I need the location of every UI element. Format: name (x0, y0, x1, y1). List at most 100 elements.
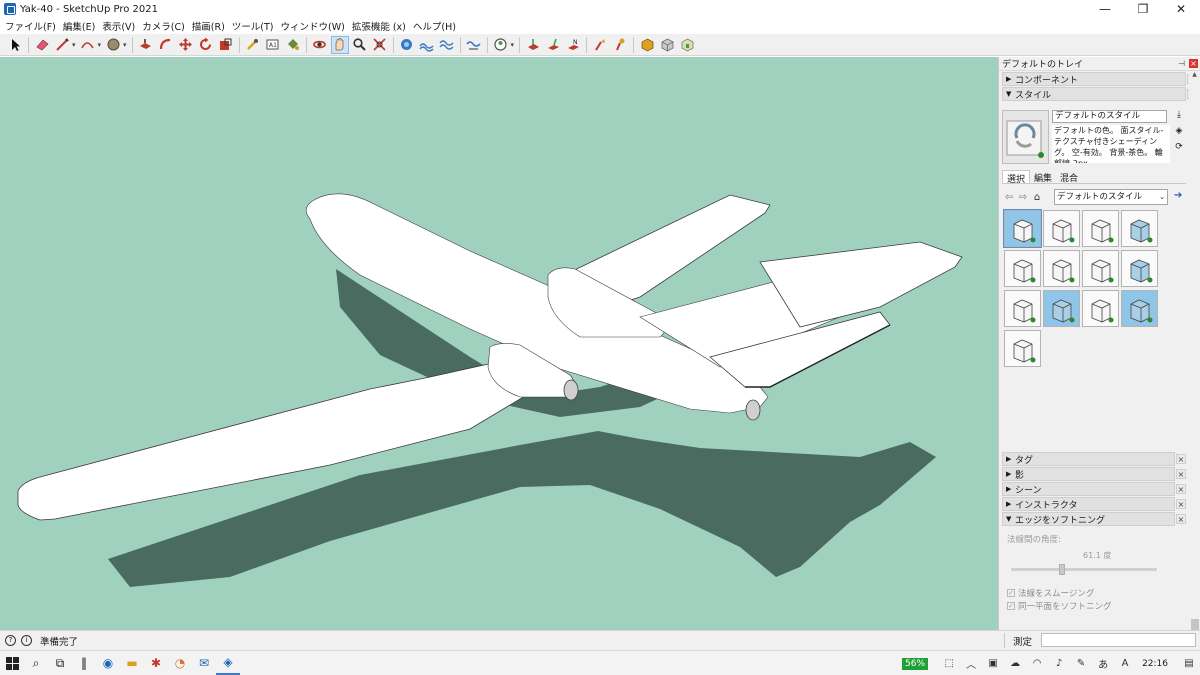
maximize-button[interactable]: ❐ (1124, 0, 1162, 18)
tab-mix[interactable]: 混合 (1056, 170, 1082, 184)
dimension-icon[interactable]: N (564, 36, 582, 54)
style-swatch[interactable] (1082, 290, 1119, 327)
panel-instructor[interactable]: ▶ インストラクタ × (1002, 497, 1186, 511)
scroll-up-icon[interactable]: ▲ (1189, 71, 1200, 81)
app-icon[interactable]: ✱ (144, 651, 168, 675)
battery-indicator[interactable]: 56% (902, 657, 929, 670)
style-swatch[interactable] (1121, 210, 1158, 247)
menu-file[interactable]: ファイル(F) (3, 19, 61, 33)
chevron-up-icon[interactable]: ︿ (960, 656, 982, 671)
line-dropdown-icon[interactable]: ▾ (72, 41, 76, 49)
sandbox-icon[interactable] (418, 36, 436, 54)
network-activity-icon[interactable]: ⬚ (938, 658, 960, 669)
panel-soften-edges[interactable]: ▼ エッジをソフトニング × (1002, 512, 1186, 526)
panel-close-button[interactable]: × (1176, 484, 1186, 494)
style-swatch[interactable] (1003, 209, 1042, 248)
angle-slider-handle[interactable] (1059, 564, 1065, 575)
soften-coplanar-option[interactable]: ✓ 同一平面をソフトニング (1007, 600, 1112, 612)
volume-icon[interactable]: ♪ (1048, 658, 1070, 669)
style-swatch[interactable] (1121, 290, 1158, 327)
menu-window[interactable]: ウィンドウ(W) (279, 19, 350, 33)
ime-indicator[interactable]: あ (1092, 656, 1114, 671)
extension-dropdown-icon[interactable]: ▾ (511, 41, 515, 49)
soften-coplanar-checkbox[interactable]: ✓ (1007, 602, 1015, 610)
tab-edit[interactable]: 編集 (1030, 170, 1056, 184)
rotate-icon[interactable] (197, 36, 215, 54)
panel-close-button[interactable]: × (1176, 499, 1186, 509)
menu-help[interactable]: ヘルプ(H) (411, 19, 461, 33)
solid-tools-icon[interactable] (611, 36, 629, 54)
file-explorer-icon[interactable]: ▬ (120, 651, 144, 675)
style-thumbnail[interactable] (1002, 110, 1049, 164)
start-icon[interactable] (0, 651, 24, 675)
panel-shadows[interactable]: ▶ 影 × (1002, 467, 1186, 481)
home-icon[interactable]: ⌂ (1030, 192, 1044, 203)
collection-select[interactable]: デフォルトのスタイル ⌄ (1054, 189, 1168, 205)
meet-now-icon[interactable]: ▣ (982, 658, 1004, 669)
select-icon[interactable] (6, 36, 24, 54)
panel-scenes[interactable]: ▶ シーン × (1002, 482, 1186, 496)
style-swatch[interactable] (1004, 330, 1041, 367)
arc-icon[interactable] (79, 36, 97, 54)
scale-icon[interactable] (217, 36, 235, 54)
style-description[interactable]: デフォルトの色。 面スタイル-テクスチャ付きシェーディング。 空-有効。 背景-… (1052, 125, 1170, 163)
angle-slider[interactable] (1011, 564, 1157, 575)
notifications-icon[interactable]: ▤ (1178, 658, 1200, 669)
style-name-field[interactable]: デフォルトのスタイル (1052, 110, 1167, 123)
minimize-button[interactable]: — (1086, 0, 1124, 18)
panel-components[interactable]: ▶ コンポーネント × (1002, 72, 1197, 86)
pin-icon[interactable]: ⊣ (1178, 59, 1187, 68)
shape-icon[interactable] (104, 36, 122, 54)
north-icon[interactable] (591, 36, 609, 54)
style-swatch[interactable] (1004, 290, 1041, 327)
menu-draw[interactable]: 描画(R) (190, 19, 230, 33)
onedrive-icon[interactable]: ☁ (1004, 658, 1026, 669)
panel-tags[interactable]: ▶ タグ × (1002, 452, 1186, 466)
sandbox-smoove-icon[interactable] (438, 36, 456, 54)
panel-close-button[interactable]: × (1176, 454, 1186, 464)
push-pull-icon[interactable] (137, 36, 155, 54)
style-swatch[interactable] (1082, 250, 1119, 287)
style-swatch[interactable] (1082, 210, 1119, 247)
style-swatch[interactable] (1004, 250, 1041, 287)
tab-select[interactable]: 選択 (1002, 170, 1031, 185)
model-viewport[interactable] (0, 57, 998, 630)
tray-close-button[interactable]: × (1189, 59, 1198, 68)
menu-view[interactable]: 表示(V) (100, 19, 140, 33)
menu-edit[interactable]: 編集(E) (61, 19, 100, 33)
task-view-icon[interactable]: ⧉ (48, 651, 72, 675)
panel-close-button[interactable]: × (1176, 469, 1186, 479)
create-style-icon[interactable]: ◈ (1173, 126, 1185, 142)
paint-bucket-icon[interactable] (284, 36, 302, 54)
extension-warehouse-icon[interactable] (492, 36, 510, 54)
menu-tools[interactable]: ツール(T) (230, 19, 279, 33)
style-swatch[interactable] (1043, 250, 1080, 287)
edge-browser-icon[interactable]: ◉ (96, 651, 120, 675)
pan-icon[interactable] (330, 35, 349, 54)
component-icon[interactable] (658, 36, 676, 54)
line-icon[interactable] (53, 36, 71, 54)
shape-dropdown-icon[interactable]: ▾ (123, 41, 127, 49)
tray-scrollbar[interactable]: ▲ (1189, 71, 1200, 633)
move-icon[interactable] (177, 36, 195, 54)
style-swatch[interactable] (1043, 210, 1080, 247)
sandbox-flip-icon[interactable] (465, 36, 483, 54)
style-swatch[interactable] (1121, 250, 1158, 287)
panel-styles[interactable]: ▼ スタイル × (1002, 87, 1197, 101)
style-swatch[interactable] (1043, 290, 1080, 327)
section-plane-icon[interactable] (524, 36, 542, 54)
panel-close-button[interactable]: × (1176, 514, 1186, 524)
text-icon[interactable]: A1 (264, 36, 282, 54)
smooth-normals-option[interactable]: ✓ 法線をスムージング (1007, 587, 1094, 599)
close-button[interactable]: ✕ (1162, 0, 1200, 18)
zoom-extents-icon[interactable] (371, 36, 389, 54)
firefox-icon[interactable]: ◔ (168, 651, 192, 675)
arc-dropdown-icon[interactable]: ▾ (98, 41, 102, 49)
3d-warehouse-icon[interactable] (678, 36, 696, 54)
details-arrow-icon[interactable]: ➔ (1174, 190, 1182, 201)
search-icon[interactable]: ⌕ (24, 651, 48, 675)
orbit-icon[interactable] (311, 36, 329, 54)
tape-measure-icon[interactable] (244, 36, 262, 54)
intersect-icon[interactable] (638, 36, 656, 54)
ime-mode-icon[interactable]: A (1114, 658, 1136, 669)
